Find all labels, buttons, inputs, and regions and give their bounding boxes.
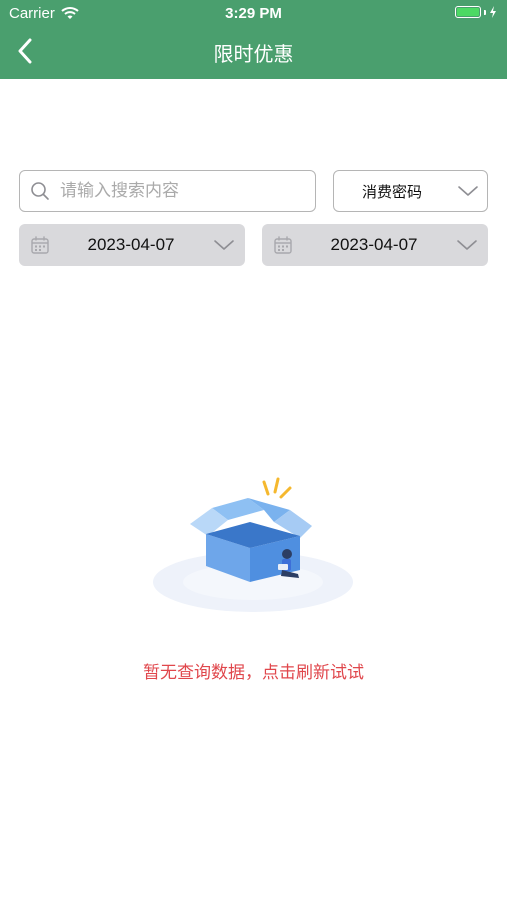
search-icon: [31, 182, 49, 200]
chevron-down-icon: [458, 186, 478, 196]
type-dropdown[interactable]: 消费密码: [333, 170, 488, 212]
search-box[interactable]: [19, 170, 316, 212]
end-date-picker[interactable]: 2023-04-07: [262, 224, 488, 266]
start-date-picker[interactable]: 2023-04-07: [19, 224, 245, 266]
calendar-icon: [31, 236, 49, 254]
chevron-down-icon: [214, 240, 234, 250]
end-date-value: 2023-04-07: [330, 235, 418, 254]
battery-icon: [455, 6, 497, 18]
empty-refresh-message[interactable]: 暂无查询数据，点击刷新试试: [0, 658, 507, 683]
empty-box-illustration: [153, 477, 353, 612]
clock-label: 3:29 PM: [225, 5, 282, 22]
type-dropdown-label: 消费密码: [362, 182, 423, 201]
navigation-header: Carrier 3:29 PM 限时优惠: [0, 0, 507, 79]
calendar-icon: [274, 236, 292, 254]
page-title: 限时优惠: [213, 42, 294, 66]
chevron-down-icon: [457, 240, 477, 250]
search-input[interactable]: [58, 180, 302, 202]
status-bar: Carrier 3:29 PM: [0, 0, 507, 28]
start-date-value: 2023-04-07: [87, 235, 175, 254]
